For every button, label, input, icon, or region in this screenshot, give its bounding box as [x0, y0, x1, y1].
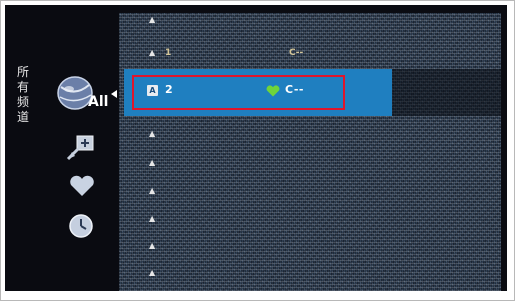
sidebar-title-char: 所 [16, 65, 29, 79]
channel-list: ▲ ▲ 1 C-- ▲ ▲ ▲ ▲ ▲ ▲ [119, 5, 501, 291]
selected-row-tail [392, 69, 501, 116]
row-up-arrow-icon: ▲ [149, 214, 156, 223]
channel-sidebar: 所 有 频 道 All [5, 5, 119, 291]
selection-pointer-icon [111, 90, 117, 98]
all-channels-label[interactable]: All [88, 94, 108, 110]
clock-icon[interactable] [68, 213, 94, 239]
tv-screen: 所 有 频 道 All ▲ ▲ 1 C-- ▲ ▲ ▲ ▲ ▲ ▲ A 2 C-… [5, 5, 507, 291]
sidebar-title-char: 有 [16, 80, 29, 94]
sidebar-title-char: 频 [16, 95, 29, 109]
favorites-heart-icon[interactable] [69, 175, 95, 197]
faint-channel-number: 1 [165, 48, 172, 58]
row-up-arrow-icon: ▲ [149, 15, 156, 24]
row-up-arrow-icon: ▲ [149, 158, 156, 167]
row-up-arrow-icon: ▲ [149, 241, 156, 250]
row-up-arrow-icon: ▲ [149, 268, 156, 277]
row-up-arrow-icon: ▲ [149, 48, 156, 57]
sidebar-title-char: 道 [16, 110, 29, 124]
row-up-arrow-icon: ▲ [149, 186, 156, 195]
right-dark-edge [501, 5, 507, 291]
faint-channel-name: C-- [289, 48, 304, 58]
add-channel-icon[interactable] [65, 134, 95, 162]
screenshot-frame: 所 有 频 道 All ▲ ▲ 1 C-- ▲ ▲ ▲ ▲ ▲ ▲ A 2 C-… [0, 0, 515, 301]
highlight-annotation-box [132, 75, 345, 110]
sidebar-title: 所 有 频 道 [13, 65, 33, 125]
row-up-arrow-icon: ▲ [149, 129, 156, 138]
